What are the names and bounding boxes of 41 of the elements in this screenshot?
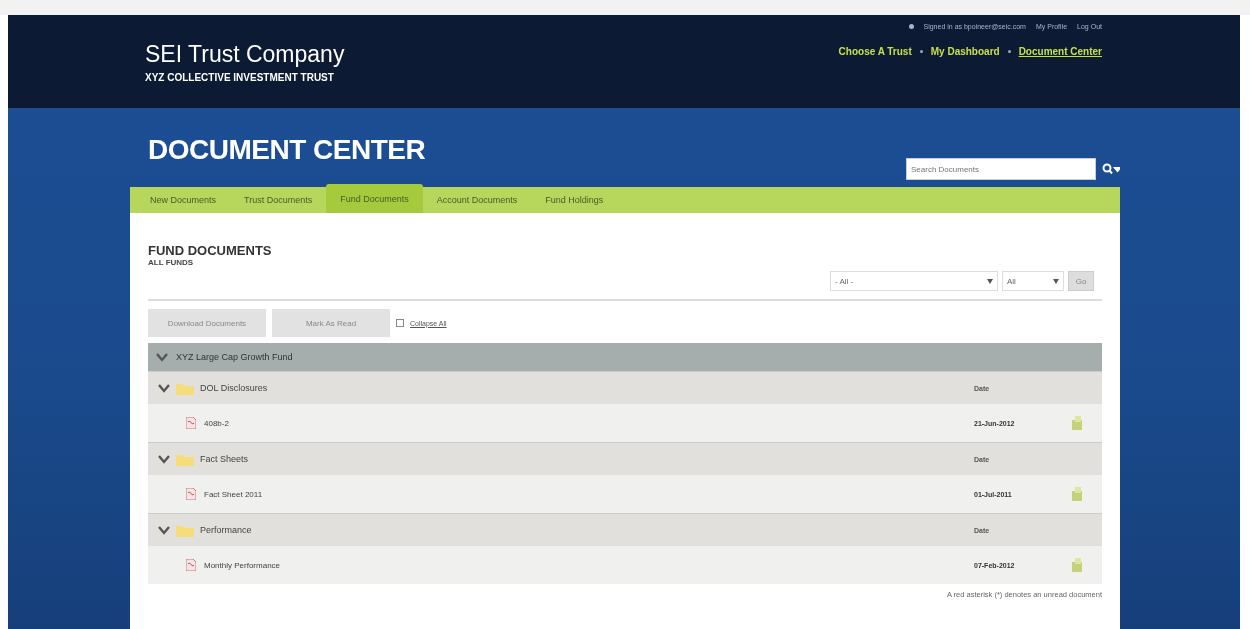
separator-dot [1007, 50, 1011, 53]
folder-icon [176, 523, 194, 537]
chevron-icon[interactable] [158, 454, 170, 464]
tab[interactable]: New Documents [136, 187, 231, 213]
folder-name: DOL Disclosures [200, 383, 268, 393]
fund-dropdown[interactable]: - All - [830, 271, 998, 291]
document-name: Fact Sheet 2011 [204, 489, 263, 499]
caret-icon [1053, 278, 1059, 284]
brand-subtitle: XYZ COLLECTIVE INVESTMENT TRUST [145, 71, 335, 83]
section-title: FUND DOCUMENTS [148, 243, 273, 258]
nav-link[interactable]: Document Center [1018, 46, 1102, 57]
tab[interactable]: Account Documents [422, 187, 532, 213]
chevron-icon[interactable] [158, 383, 170, 393]
document-name: 408b-2 [204, 418, 229, 428]
nav-link[interactable]: Choose A Trust [838, 46, 912, 57]
pdf-icon [186, 559, 196, 571]
year-dropdown[interactable]: All [1002, 271, 1064, 291]
folder-icon [176, 452, 194, 466]
folder-name: Fact Sheets [200, 454, 249, 464]
tab[interactable]: Fund Documents [326, 184, 423, 213]
chevron-icon[interactable] [158, 525, 170, 535]
folder-icon [176, 381, 194, 395]
tab[interactable]: Trust Documents [230, 187, 327, 213]
chevron-icon[interactable] [156, 352, 168, 362]
user-icon [908, 24, 914, 29]
collapse-checkbox[interactable] [396, 319, 404, 327]
brand-name: SEI Trust Company [145, 40, 345, 68]
search-field[interactable]: Search Documents [906, 158, 1096, 180]
search-icon[interactable] [1102, 163, 1120, 175]
section-subtitle: ALL FUNDS [148, 258, 195, 267]
document-name: Monthly Performance [204, 560, 281, 570]
caret-icon [987, 278, 993, 284]
fund-name: XYZ Large Cap Growth Fund [176, 352, 293, 362]
fund-row[interactable]: XYZ Large Cap Growth Fund [148, 343, 1102, 371]
separator-dot [919, 50, 923, 53]
page-title: DOCUMENT CENTER [148, 134, 426, 166]
nav-link[interactable]: My Dashboard [930, 46, 1000, 57]
pdf-icon [186, 417, 196, 429]
pdf-icon [186, 488, 196, 500]
folder-name: Performance [200, 525, 252, 535]
tab[interactable]: Fund Holdings [531, 187, 618, 213]
